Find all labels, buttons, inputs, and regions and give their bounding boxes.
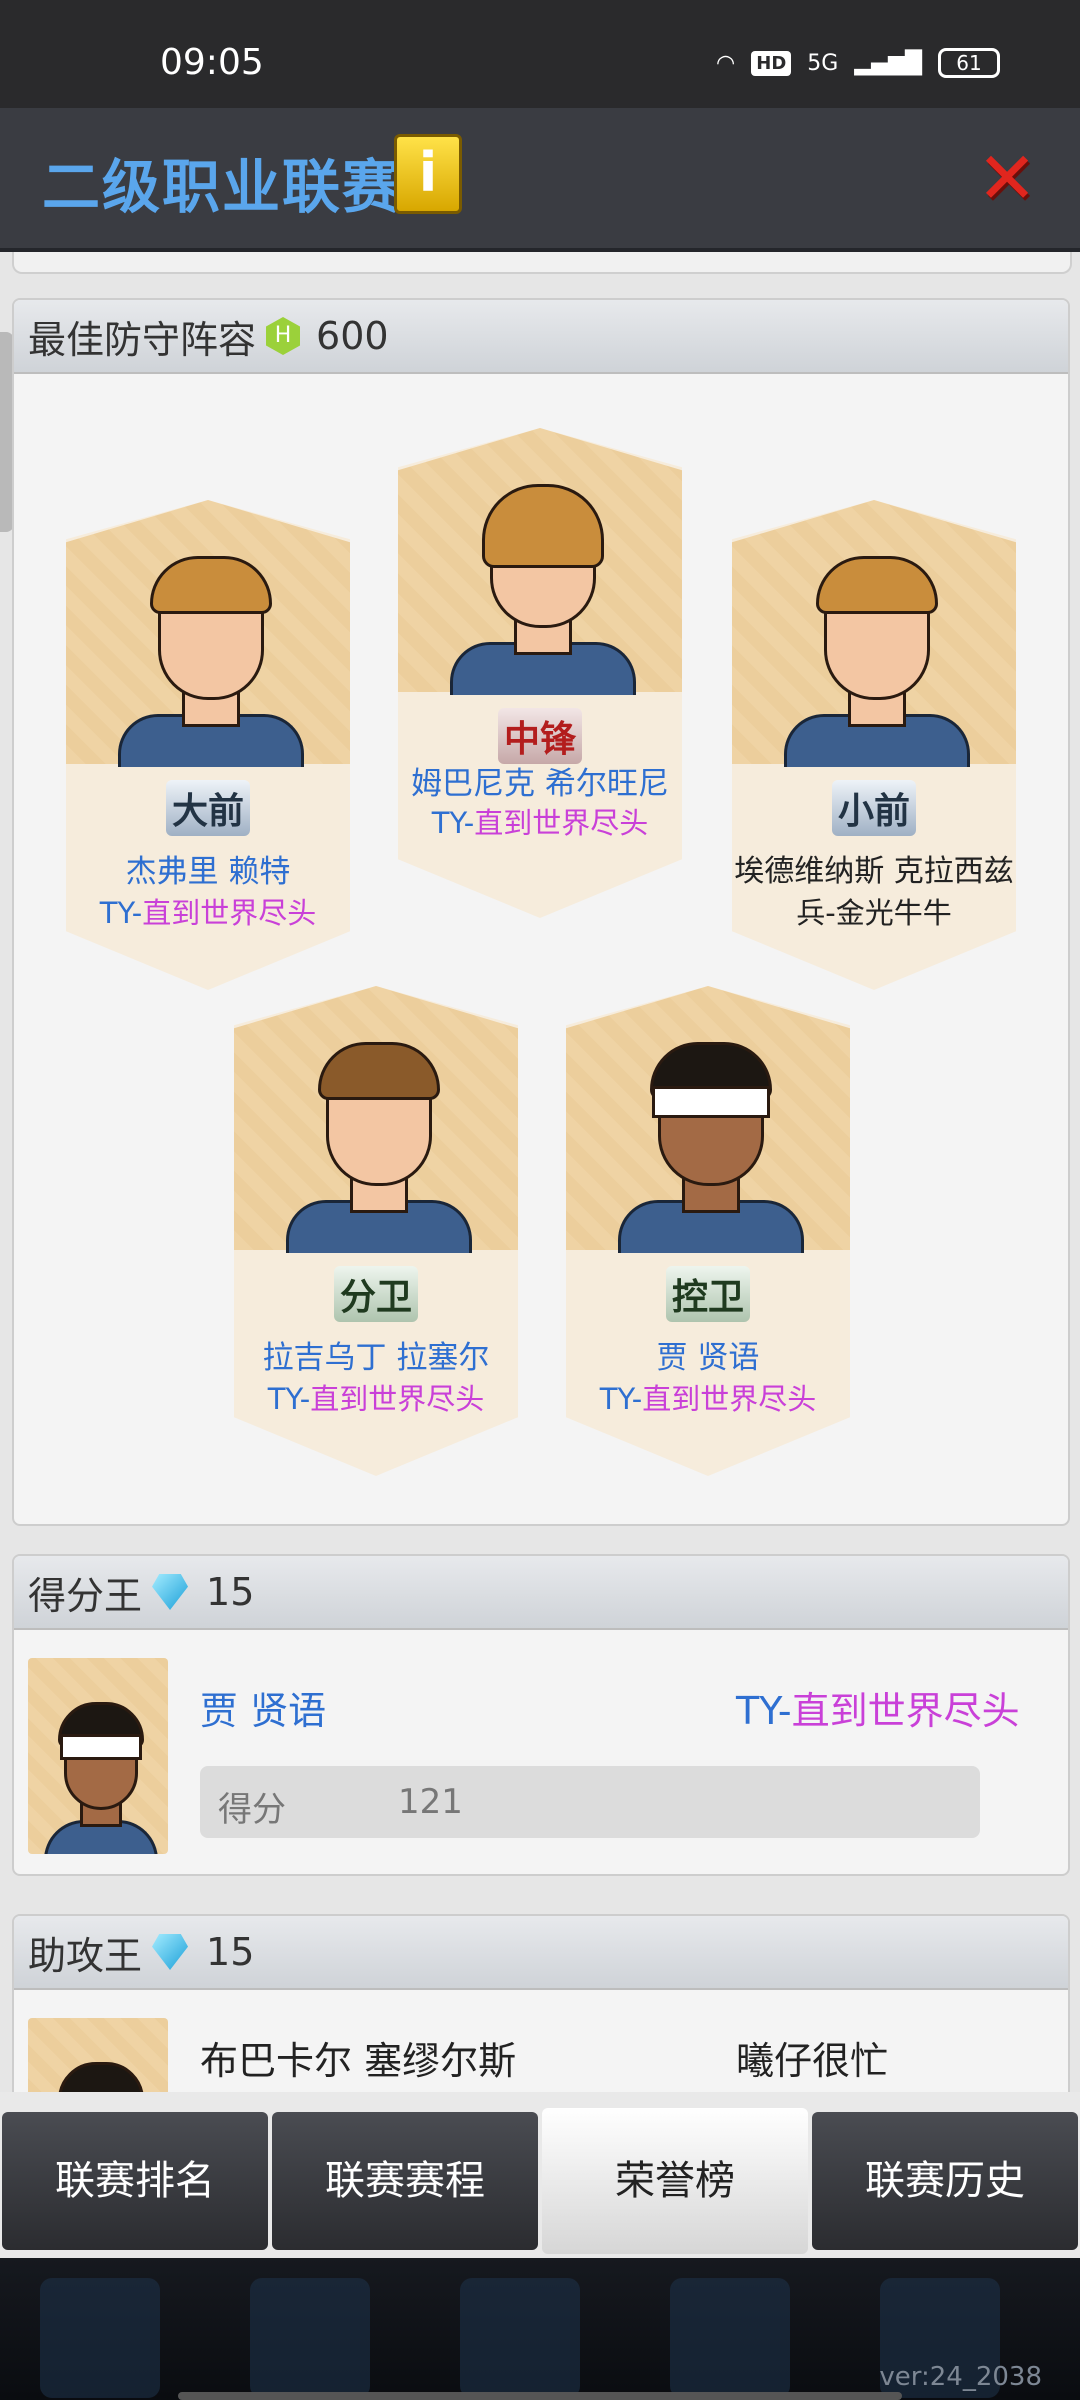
headband-icon — [60, 1734, 142, 1760]
assists-title: 助攻王 — [28, 1933, 143, 1978]
tab-honor-board[interactable]: 荣誉榜 — [542, 2108, 808, 2254]
tab-league-history[interactable]: 联赛历史 — [812, 2112, 1078, 2250]
player-team: TY-直到世界尽头 — [99, 896, 317, 930]
previous-section-edge — [12, 252, 1072, 274]
player-team: TY-直到世界尽头 — [431, 806, 649, 840]
player-name: 埃德维纳斯 克拉西兹 — [734, 854, 1014, 889]
player-team: TY-直到世界尽头 — [267, 1382, 485, 1416]
nav-icon — [40, 2278, 160, 2398]
leader-name: 布巴卡尔 塞缪尔斯 — [200, 2039, 517, 2083]
diamond-icon — [152, 1934, 189, 1970]
bottom-tabs: 联赛排名 联赛赛程 荣誉榜 联赛历史 — [0, 2108, 1080, 2258]
scoring-title: 得分王 — [28, 1573, 143, 1618]
game-nav-background: ver:24_2038 — [0, 2258, 1080, 2400]
status-bar: 09:05 ◠ HD 5G ▂▄▆█ 61 — [0, 0, 1080, 108]
scoring-section[interactable]: 得分王 15 贾 贤语 TY-直到世界尽头 得分 121 — [12, 1554, 1070, 1876]
assists-header: 助攻王 15 — [14, 1916, 1068, 1990]
leader-name: 贾 贤语 — [200, 1689, 327, 1733]
position-badge: 大前 — [165, 780, 250, 836]
stat-bar: 得分 121 — [200, 1766, 980, 1838]
assists-reward: 15 — [206, 1930, 255, 1974]
player-avatar — [28, 1658, 168, 1854]
position-badge: 中锋 — [497, 708, 582, 764]
assists-section[interactable]: 助攻王 15 布巴卡尔 塞缪尔斯 曦仔很忙 — [12, 1914, 1070, 2092]
player-name: 姆巴尼克 希尔旺尼 — [411, 766, 669, 802]
app-header: 二级职业联赛 i ✕ — [0, 108, 1080, 252]
home-indicator[interactable] — [178, 2392, 902, 2400]
player-card-sf[interactable]: 小前 埃德维纳斯 克拉西兹 兵-金光牛牛 — [732, 500, 1016, 990]
defense-points: 600 — [316, 314, 389, 358]
tab-league-schedule[interactable]: 联赛赛程 — [272, 2112, 538, 2250]
player-card-pf[interactable]: 大前 杰弗里 赖特 TY-直到世界尽头 — [66, 500, 350, 990]
position-badge: 小前 — [831, 780, 916, 836]
version-label: ver:24_2038 — [879, 2362, 1042, 2392]
honor-points-icon: H — [266, 317, 301, 355]
player-team: 兵-金光牛牛 — [796, 896, 952, 930]
defense-title: 最佳防守阵容 — [28, 317, 257, 362]
signal-icon: ▂▄▆█ — [854, 50, 922, 76]
stat-label: 得分 — [218, 1790, 286, 1830]
nav-icon — [460, 2278, 580, 2398]
player-avatar — [28, 2018, 168, 2092]
defense-section: 最佳防守阵容 H 600 大前 杰弗里 赖特 TY-直到世界尽头 中锋 姆巴尼克… — [12, 298, 1070, 1526]
page-title: 二级职业联赛 — [42, 153, 403, 221]
nav-icon — [670, 2278, 790, 2398]
diamond-icon — [152, 1574, 189, 1610]
player-card-pg[interactable]: 控卫 贾 贤语 TY-直到世界尽头 — [566, 986, 850, 1476]
wifi-icon: ◠ — [716, 50, 736, 76]
battery-icon: 61 — [938, 48, 1000, 78]
player-card-sg[interactable]: 分卫 拉吉乌丁 拉塞尔 TY-直到世界尽头 — [234, 986, 518, 1476]
player-team: TY-直到世界尽头 — [599, 1382, 817, 1416]
honor-list[interactable]: 最佳防守阵容 H 600 大前 杰弗里 赖特 TY-直到世界尽头 中锋 姆巴尼克… — [0, 252, 1080, 2092]
status-time: 09:05 — [160, 42, 264, 83]
player-name: 贾 贤语 — [656, 1340, 760, 1376]
tab-league-ranking[interactable]: 联赛排名 — [2, 2112, 268, 2250]
player-name: 杰弗里 赖特 — [125, 854, 291, 890]
leader-team: TY-直到世界尽头 — [736, 1689, 1020, 1733]
stat-value: 121 — [398, 1782, 463, 1822]
network-label: 5G — [807, 50, 839, 76]
nav-icon — [250, 2278, 370, 2398]
scoring-reward: 15 — [206, 1570, 255, 1614]
leader-team: 曦仔很忙 — [736, 2039, 889, 2083]
hd-icon: HD — [751, 50, 792, 76]
info-button[interactable]: i — [394, 134, 462, 214]
scoring-header: 得分王 15 — [14, 1556, 1068, 1630]
close-button[interactable]: ✕ — [974, 142, 1040, 214]
defense-header: 最佳防守阵容 H 600 — [14, 300, 1068, 374]
status-icons: ◠ HD 5G ▂▄▆█ 61 — [716, 48, 1000, 78]
player-card-c[interactable]: 中锋 姆巴尼克 希尔旺尼 TY-直到世界尽头 — [398, 428, 682, 918]
position-badge: 控卫 — [665, 1266, 750, 1322]
player-name: 拉吉乌丁 拉塞尔 — [262, 1340, 490, 1376]
position-badge: 分卫 — [333, 1266, 418, 1322]
headband-icon — [652, 1086, 770, 1118]
